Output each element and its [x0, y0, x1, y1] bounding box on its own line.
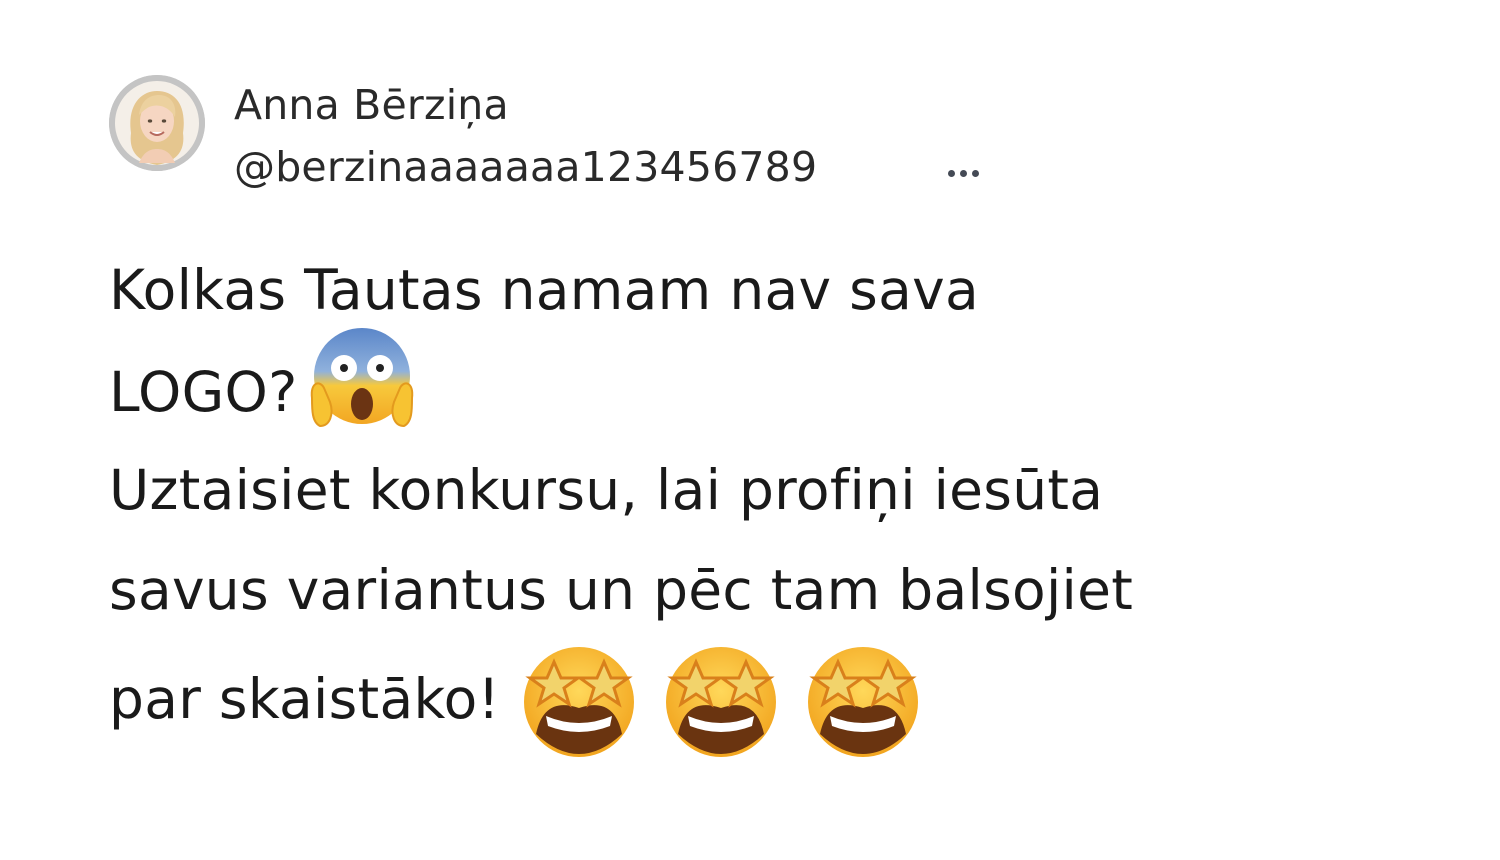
profile-photo: [109, 75, 205, 171]
tweet-line: LOGO?: [109, 328, 1409, 440]
star-struck-icon: [516, 636, 642, 762]
star-struck-icon: [800, 636, 926, 762]
display-name[interactable]: Anna Bērziņa: [234, 80, 509, 130]
more-horizontal-icon-dot: [971, 169, 979, 177]
tweet-line: par skaistāko!: [109, 640, 1409, 757]
more-horizontal-icon-dot: [959, 169, 967, 177]
more-horizontal-icon: [947, 169, 955, 177]
tweet-text: Kolkas Tautas namam nav sava LOGO? Uztai…: [109, 240, 1409, 757]
tweet-line: Uztaisiet konkursu, lai profiņi iesūta: [109, 458, 1104, 522]
avatar[interactable]: [109, 75, 205, 171]
face-screaming-in-fear-icon: [306, 322, 418, 434]
tweet-card: Anna Bērziņa @berzinaaaaaaa123456789 Kol…: [0, 0, 1500, 860]
star-struck-icon: [658, 636, 784, 762]
tweet-line: Kolkas Tautas namam nav sava: [109, 258, 979, 322]
tweet-line: savus variantus un pēc tam balsojiet: [109, 558, 1134, 622]
more-options-button[interactable]: [936, 158, 990, 188]
user-handle[interactable]: @berzinaaaaaaa123456789: [234, 142, 817, 192]
